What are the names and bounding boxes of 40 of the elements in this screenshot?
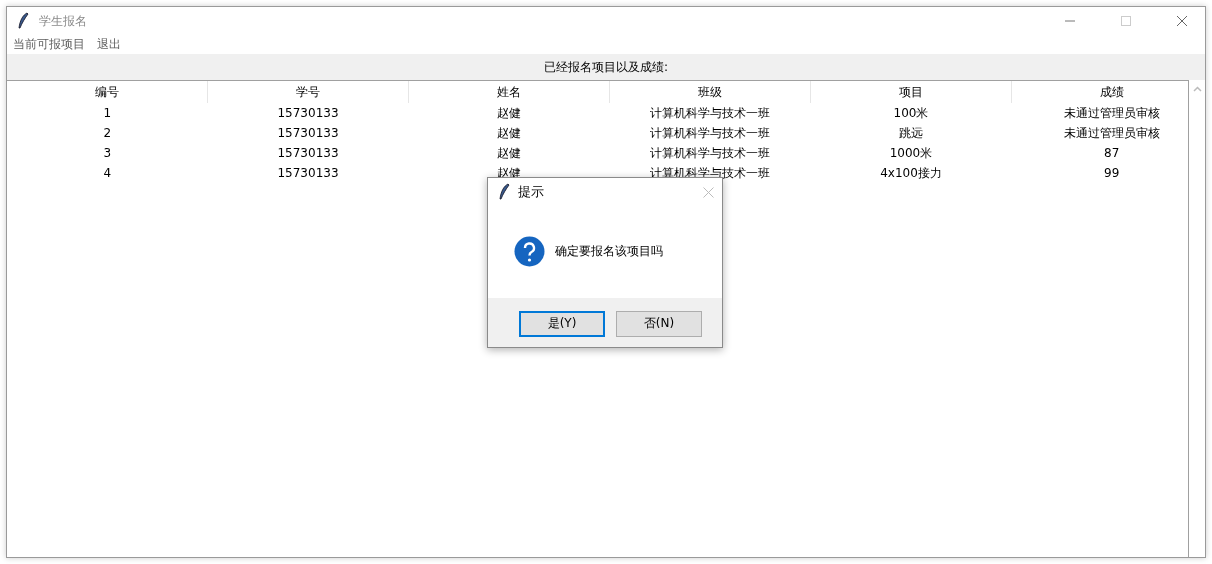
window-title: 学生报名	[39, 12, 88, 30]
dialog-message: 确定要报名该项目吗	[555, 242, 663, 260]
dialog-button[interactable]: 是(Y)	[519, 310, 605, 337]
table-cell: 计算机科学与技术一班	[650, 125, 770, 140]
menu-item[interactable]: 当前可报项目	[13, 36, 85, 53]
table-cell: 4x100接力	[880, 165, 942, 180]
close-icon[interactable]	[703, 186, 714, 198]
table-cell: 计算机科学与技术一班	[650, 145, 770, 160]
column-header[interactable]: 学号	[207, 81, 409, 103]
scroll-up-icon[interactable]	[1192, 86, 1202, 92]
dialog-button[interactable]: 否(N)	[616, 310, 702, 337]
table-cell: 1000米	[889, 145, 933, 160]
section-title: 已经报名项目以及成绩:	[543, 58, 668, 76]
table-cell: 100米	[893, 105, 929, 120]
column-header[interactable]: 班级	[609, 81, 811, 103]
column-header[interactable]: 姓名	[408, 81, 610, 103]
table-cell: 未通过管理员审核	[1063, 125, 1160, 140]
feather-icon	[17, 12, 29, 30]
column-header[interactable]: 项目	[810, 81, 1012, 103]
table-cell: 15730133	[277, 146, 339, 160]
table-cell: 15730133	[277, 166, 339, 180]
table-cell: 3	[103, 146, 112, 160]
feather-icon	[498, 183, 510, 201]
menu-item[interactable]: 退出	[97, 36, 121, 53]
table-cell: 跳远	[899, 125, 923, 140]
table-cell: 赵健	[497, 145, 521, 160]
table-cell: 1	[103, 106, 112, 120]
table-cell: 4	[103, 166, 112, 180]
table-cell: 15730133	[277, 126, 339, 140]
table-cell: 赵健	[497, 125, 521, 140]
table-cell: 99	[1104, 166, 1120, 180]
table-cell: 未通过管理员审核	[1063, 105, 1160, 120]
table-cell: 赵健	[497, 105, 521, 120]
question-icon	[514, 235, 545, 267]
table-cell: 计算机科学与技术一班	[650, 105, 770, 120]
column-header[interactable]: 编号	[7, 81, 208, 103]
table-cell: 2	[103, 126, 112, 140]
table-cell: 87	[1104, 146, 1120, 160]
dialog-title: 提示	[518, 183, 545, 201]
table-cell: 15730133	[277, 106, 339, 120]
